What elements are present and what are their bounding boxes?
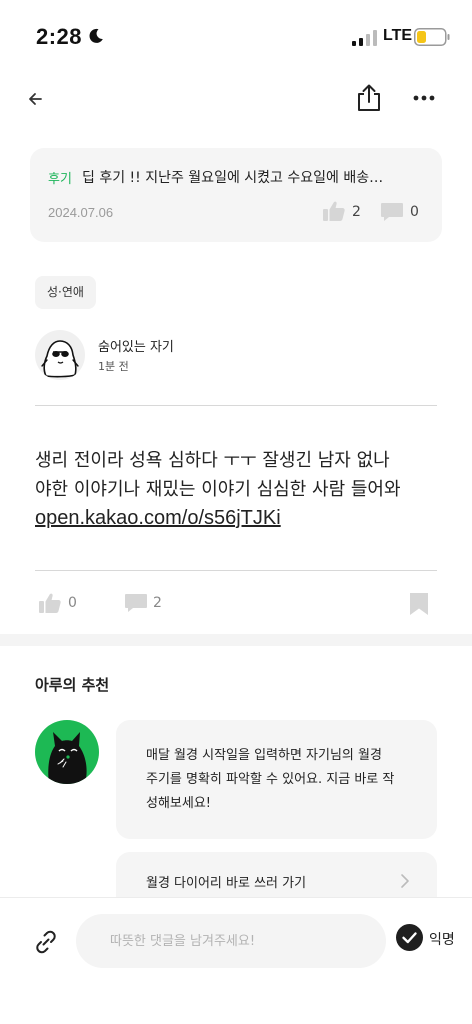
- battery-icon: [414, 28, 450, 46]
- recommendation-message: 매달 월경 시작일을 입력하면 자기님의 월경 주기를 명확히 파악할 수 있어…: [116, 720, 437, 839]
- recommendation-avatar: [35, 720, 99, 784]
- post-body: 생리 전이라 성욕 심하다 ㅜㅜ 잘생긴 남자 없나 야한 이야기나 재밌는 이…: [35, 446, 455, 533]
- post-text-line: 야한 이야기나 재밌는 이야기 심심한 사람 들어와: [35, 479, 401, 500]
- cellular-signal-icon: [352, 30, 377, 46]
- parent-post-card[interactable]: 후기 딥 후기 !! 지난주 월요일에 시켰고 수요일에 배송… 2024.07…: [30, 148, 442, 242]
- review-tag: 후기: [48, 172, 72, 187]
- divider: [35, 405, 437, 406]
- parent-post-title: 딥 후기 !! 지난주 월요일에 시켰고 수요일에 배송…: [82, 170, 384, 186]
- author-name: 숨어있는 자기: [98, 340, 174, 355]
- author-avatar[interactable]: [35, 330, 85, 380]
- recommendation-text-line: 성해보세요!: [146, 796, 212, 811]
- parent-comment-count: 0: [410, 204, 419, 220]
- status-bar: 2:28 LTE: [0, 0, 472, 72]
- like-icon[interactable]: [38, 592, 62, 614]
- link-attach-icon[interactable]: [32, 928, 60, 956]
- section-separator: [0, 634, 472, 646]
- moon-icon: [89, 28, 103, 43]
- category-chip[interactable]: 성·연애: [35, 276, 96, 309]
- chevron-right-icon: [401, 874, 409, 888]
- recommendation-text-line: 매달 월경 시작일을 입력하면 자기님의 월경: [146, 748, 382, 763]
- open-chat-link[interactable]: open.kakao.com/o/s56jTJKi: [35, 504, 455, 533]
- check-icon: [402, 932, 417, 944]
- more-icon[interactable]: [412, 94, 436, 102]
- thumbs-up-icon: [323, 201, 345, 221]
- recommendation-text-line: 주기를 명확히 파악할 수 있어요. 지금 바로 작: [146, 772, 395, 787]
- status-time: 2:28: [36, 24, 83, 49]
- comment-input[interactable]: [76, 914, 386, 968]
- black-cat-icon: [48, 732, 87, 784]
- comment-icon: [381, 203, 403, 221]
- share-icon[interactable]: [355, 83, 383, 113]
- parent-post-date: 2024.07.06: [48, 205, 114, 220]
- ghost-avatar-icon: [41, 340, 79, 378]
- post-text-line: 생리 전이라 성욕 심하다 ㅜㅜ 잘생긴 남자 없나: [35, 450, 390, 471]
- comment-icon[interactable]: [124, 593, 148, 613]
- back-arrow-icon[interactable]: [26, 89, 46, 109]
- recommendation-title: 아루의 추천: [35, 676, 110, 694]
- post-time: 1분 전: [98, 360, 129, 373]
- anonymous-label: 익명: [429, 932, 455, 948]
- comment-bar: 익명: [0, 897, 472, 1024]
- network-type: LTE: [383, 27, 413, 44]
- top-navigation: [0, 78, 472, 122]
- comment-count: 2: [153, 595, 162, 611]
- parent-like-count: 2: [352, 204, 361, 220]
- bookmark-icon[interactable]: [409, 592, 429, 616]
- anonymous-toggle[interactable]: [396, 924, 423, 951]
- like-count: 0: [68, 595, 77, 611]
- diary-link-label: 월경 다이어리 바로 쓰러 가기: [146, 876, 307, 891]
- divider: [35, 570, 437, 571]
